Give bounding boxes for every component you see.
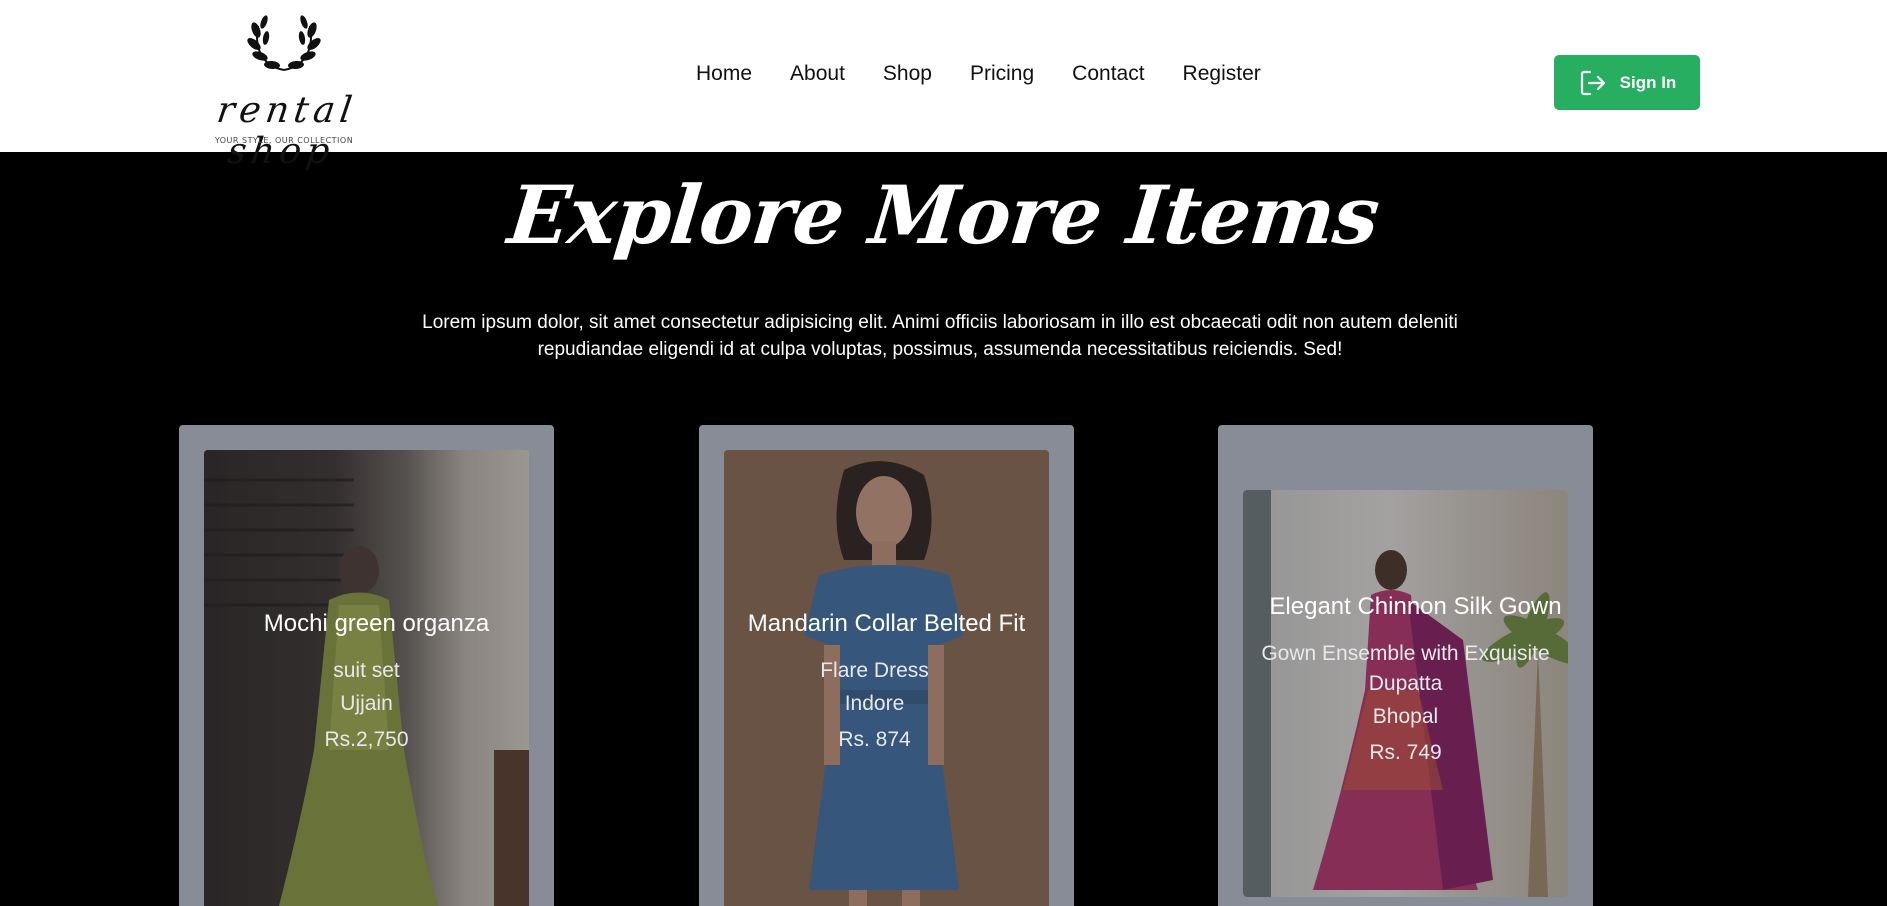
nav-shop[interactable]: Shop [883, 62, 932, 86]
product-name: Elegant Chinnon Silk Gown [1269, 593, 1562, 620]
site-header: rental shop YOUR STYLE, OUR COLLECTION H… [0, 0, 1887, 172]
laurel-wreath-icon [247, 15, 321, 71]
nav-contact[interactable]: Contact [1072, 62, 1144, 86]
product-subtitle: Gown Ensemble with Exquisite Dupatta [1261, 642, 1550, 695]
sign-in-button[interactable]: Sign In [1554, 55, 1700, 110]
product-price: Rs. 874 [838, 728, 911, 751]
product-info: Elegant Chinnon Silk Gown Gown Ensemble … [1218, 593, 1593, 771]
page-description: Lorem ipsum dolor, sit amet consectetur … [422, 312, 1458, 360]
product-card[interactable]: Mochi green organza suit set Ujjain Rs.2… [179, 425, 554, 906]
product-name: Mandarin Collar Belted Fit [747, 610, 1026, 637]
product-location: Indore [844, 692, 905, 715]
product-location: Bhopal [1372, 705, 1439, 728]
logo-wordmark: rental shop [214, 90, 360, 172]
product-location: Ujjain [340, 692, 393, 715]
main-nav: Home About Shop Pricing Contact Register [696, 62, 1261, 86]
product-card[interactable]: Elegant Chinnon Silk Gown Gown Ensemble … [1218, 425, 1593, 906]
product-info: Mandarin Collar Belted Fit Flare Dress I… [699, 610, 1074, 758]
product-info: Mochi green organza suit set Ujjain Rs.2… [179, 610, 554, 758]
logo-tagline: YOUR STYLE, OUR COLLECTION [214, 136, 354, 145]
product-price: Rs. 749 [1369, 741, 1442, 764]
product-price: Rs.2,750 [324, 728, 409, 751]
page-title: Explore More Items [504, 168, 1383, 262]
product-card[interactable]: Mandarin Collar Belted Fit Flare Dress I… [699, 425, 1074, 906]
nav-home[interactable]: Home [696, 62, 752, 86]
nav-register[interactable]: Register [1183, 62, 1261, 86]
site-logo[interactable]: rental shop YOUR STYLE, OUR COLLECTION [186, 8, 382, 172]
product-name: Mochi green organza [263, 610, 490, 637]
nav-pricing[interactable]: Pricing [970, 62, 1034, 86]
product-subtitle: suit set [333, 659, 400, 682]
sign-in-label: Sign In [1619, 72, 1677, 92]
product-subtitle: Flare Dress [820, 659, 929, 682]
nav-about[interactable]: About [790, 62, 845, 86]
sign-in-icon [1580, 70, 1605, 95]
